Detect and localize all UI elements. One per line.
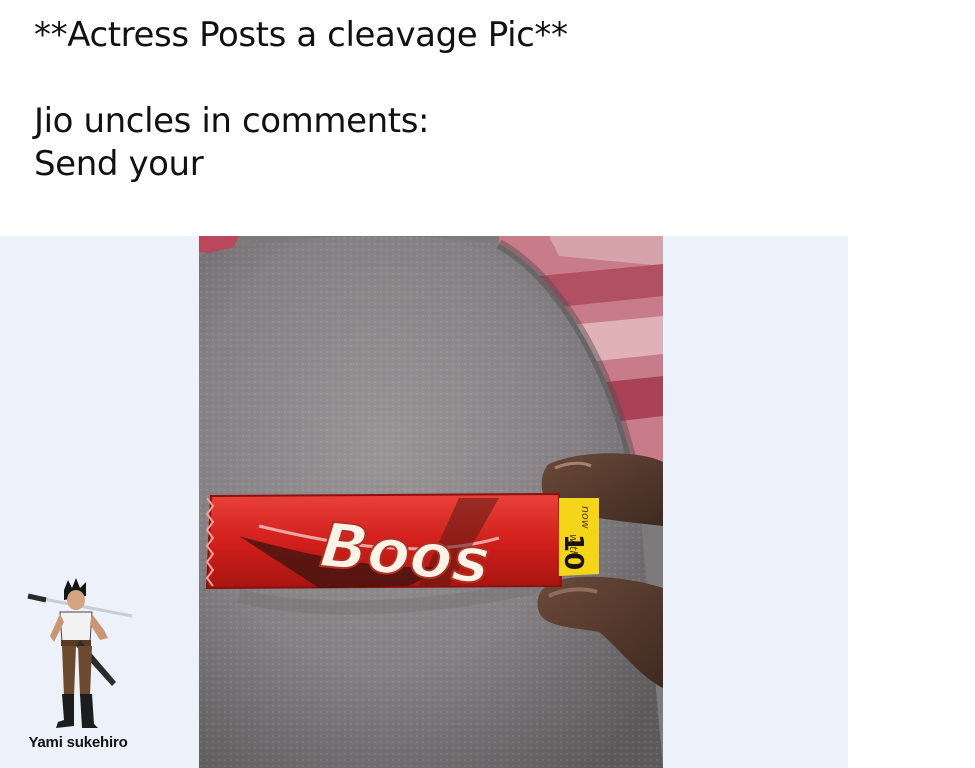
avatar-name-label: Yami sukehiro bbox=[28, 734, 128, 751]
meme-caption: **Actress Posts a cleavage Pic** Jio unc… bbox=[34, 14, 934, 186]
wrapper-price-text: 10 bbox=[558, 534, 588, 570]
photo-illustration: Boos with now 10 bbox=[199, 236, 663, 768]
caption-line-3: Send your bbox=[34, 144, 204, 184]
avatar-figure bbox=[20, 578, 140, 734]
chocolate-bar-photo: Boos with now 10 bbox=[199, 236, 663, 768]
swordsman-avatar-icon bbox=[27, 578, 133, 728]
meme-page: **Actress Posts a cleavage Pic** Jio unc… bbox=[0, 0, 975, 768]
caption-line-1: **Actress Posts a cleavage Pic** bbox=[34, 15, 568, 55]
caption-line-2: Jio uncles in comments: bbox=[34, 101, 430, 141]
wrapper-side-text-2: now bbox=[579, 506, 592, 529]
